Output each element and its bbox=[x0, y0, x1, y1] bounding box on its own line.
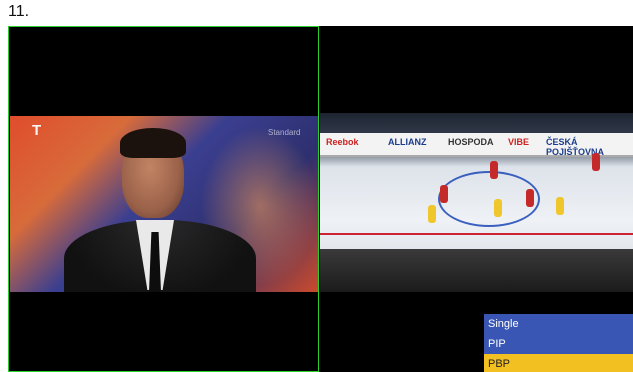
rink-boards: Reebok ALLIANZ HOSPODA VIBE ČESKÁ POJIŠŤ… bbox=[320, 133, 633, 157]
channel-logo: T bbox=[32, 122, 42, 139]
crowd bbox=[320, 249, 633, 292]
left-video-feed: T Standard bbox=[10, 116, 318, 292]
player bbox=[556, 197, 564, 215]
right-video-feed: Reebok ALLIANZ HOSPODA VIBE ČESKÁ POJIŠŤ… bbox=[320, 113, 633, 292]
board-ad: ČESKÁ POJIŠŤOVNA bbox=[546, 137, 605, 157]
board-ad: Reebok bbox=[326, 137, 359, 147]
menu-item-single[interactable]: Single bbox=[484, 314, 633, 334]
player bbox=[440, 185, 448, 203]
board-ad: VIBE bbox=[508, 137, 530, 147]
player bbox=[592, 153, 600, 171]
tv-screen: T Standard Reebok ALLIANZ HOSPODA VIBE Č… bbox=[8, 26, 633, 372]
player bbox=[494, 199, 502, 217]
red-line bbox=[320, 233, 633, 235]
view-mode-menu: Single PIP PBP bbox=[484, 314, 633, 372]
menu-item-pbp[interactable]: PBP bbox=[484, 354, 633, 372]
board-ad: ALLIANZ bbox=[388, 137, 427, 147]
right-pane[interactable]: Reebok ALLIANZ HOSPODA VIBE ČESKÁ POJIŠŤ… bbox=[320, 26, 633, 372]
presenter-hair bbox=[120, 128, 186, 158]
player bbox=[526, 189, 534, 207]
left-pane[interactable]: T Standard bbox=[8, 26, 319, 372]
menu-item-pip[interactable]: PIP bbox=[484, 334, 633, 354]
corner-watermark: Standard bbox=[268, 128, 301, 137]
board-ad: HOSPODA bbox=[448, 137, 494, 147]
faceoff-circle bbox=[438, 171, 540, 227]
step-number: 11. bbox=[8, 3, 30, 20]
player bbox=[490, 161, 498, 179]
player bbox=[428, 205, 436, 223]
